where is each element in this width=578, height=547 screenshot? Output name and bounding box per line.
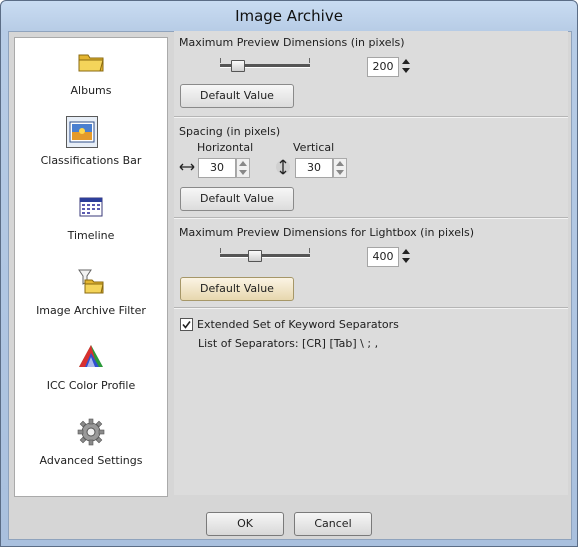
horizontal-label: Horizontal: [197, 141, 254, 154]
slider-tick: [309, 248, 310, 253]
spin-down-icon[interactable]: [239, 170, 247, 175]
sidebar-item-label: Albums: [70, 84, 112, 97]
sidebar-item-albums[interactable]: Albums: [15, 46, 167, 116]
section-divider: [174, 307, 568, 309]
checkmark-icon: [182, 321, 191, 329]
spin-up-icon[interactable]: [239, 161, 247, 166]
lightbox-size-value: 400: [372, 250, 394, 263]
settings-sidebar: Albums Classifications Bar Timeline Imag…: [14, 37, 168, 497]
vertical-arrows-icon: [276, 158, 290, 176]
extended-separators-label[interactable]: Extended Set of Keyword Separators: [197, 318, 399, 331]
sidebar-item-image-archive-filter[interactable]: Image Archive Filter: [15, 266, 167, 336]
spin-down-icon[interactable]: [402, 258, 410, 263]
separators-list-text: List of Separators: [CR] [Tab] \ ; ,: [198, 337, 379, 350]
sidebar-item-timeline[interactable]: Timeline: [15, 191, 167, 261]
sidebar-item-icc-color-profile[interactable]: ICC Color Profile: [15, 341, 167, 411]
section-divider: [174, 217, 568, 219]
spin-down-icon[interactable]: [336, 170, 344, 175]
extended-separators-checkbox[interactable]: [180, 318, 193, 331]
slider-tick: [309, 58, 310, 63]
spacing-label: Spacing (in pixels): [179, 125, 281, 138]
vertical-spacing-value: 30: [307, 161, 321, 174]
lightbox-size-field[interactable]: 400: [367, 247, 399, 267]
filter-folder-icon: [75, 266, 107, 298]
vertical-spacing-spinner[interactable]: [333, 158, 347, 178]
sidebar-item-classifications-bar[interactable]: Classifications Bar: [15, 116, 167, 186]
spin-up-icon[interactable]: [336, 161, 344, 166]
window-title: Image Archive: [235, 7, 343, 25]
color-triangle-icon: [75, 341, 107, 373]
vertical-label: Vertical: [293, 141, 335, 154]
sidebar-item-label: Classifications Bar: [40, 154, 142, 167]
cancel-button[interactable]: Cancel: [294, 512, 372, 536]
folder-icon: [75, 46, 107, 78]
preview-size-spinner[interactable]: [400, 57, 412, 75]
preview-size-value: 200: [372, 60, 394, 73]
preview-default-value-button[interactable]: Default Value: [180, 84, 294, 108]
spin-down-icon[interactable]: [402, 68, 410, 73]
slider-tick: [220, 58, 221, 63]
lightbox-size-spinner[interactable]: [400, 247, 412, 265]
section-divider: [174, 116, 568, 118]
horizontal-arrows-icon: [179, 160, 195, 174]
horizontal-spacing-spinner[interactable]: [236, 158, 250, 178]
preview-size-field[interactable]: 200: [367, 57, 399, 77]
horizontal-spacing-field[interactable]: 30: [198, 158, 236, 178]
gear-icon: [75, 416, 107, 448]
sidebar-item-label: ICC Color Profile: [46, 379, 136, 392]
sidebar-item-label: Advanced Settings: [39, 454, 143, 467]
spin-up-icon[interactable]: [402, 249, 410, 254]
preview-dimensions-label: Maximum Preview Dimensions (in pixels): [179, 36, 405, 49]
spacing-default-value-button[interactable]: Default Value: [180, 187, 294, 211]
sidebar-item-label: Timeline: [67, 229, 115, 242]
calendar-icon: [75, 191, 107, 223]
sidebar-item-advanced-settings[interactable]: Advanced Settings: [15, 416, 167, 486]
lightbox-dimensions-label: Maximum Preview Dimensions for Lightbox …: [179, 226, 475, 239]
horizontal-spacing-value: 30: [210, 161, 224, 174]
slider-thumb[interactable]: [248, 250, 262, 262]
slider-tick: [220, 248, 221, 253]
picture-icon: [66, 116, 98, 148]
lightbox-default-value-button[interactable]: Default Value: [180, 277, 294, 301]
vertical-spacing-field[interactable]: 30: [295, 158, 333, 178]
slider-thumb[interactable]: [231, 60, 245, 72]
ok-button[interactable]: OK: [206, 512, 284, 536]
spin-up-icon[interactable]: [402, 59, 410, 64]
sidebar-item-label: Image Archive Filter: [36, 304, 146, 317]
slider-track: [220, 254, 310, 258]
